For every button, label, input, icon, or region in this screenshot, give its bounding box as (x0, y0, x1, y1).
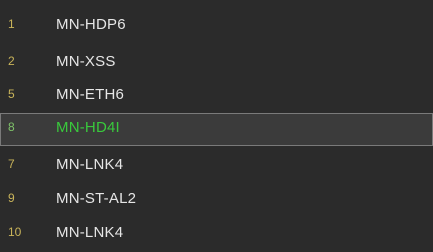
item-name: MN-XSS (56, 53, 116, 70)
list-item[interactable]: 10 MN-LNK4 (0, 218, 433, 250)
item-number: 8 (8, 120, 15, 134)
item-name: MN-ST-AL2 (56, 190, 137, 207)
item-number: 5 (8, 87, 15, 101)
item-name: MN-LNK4 (56, 156, 124, 173)
list-item[interactable]: 9 MN-ST-AL2 (0, 184, 433, 216)
item-name: MN-ETH6 (56, 86, 125, 103)
list-item[interactable]: 5 MN-ETH6 (0, 80, 433, 112)
item-number: 9 (8, 191, 15, 205)
item-number: 2 (8, 54, 15, 68)
device-list: 1 MN-HDP6 2 MN-XSS 5 MN-ETH6 8 MN-HD4I 7… (0, 0, 433, 252)
item-number: 1 (8, 17, 15, 31)
list-item-selected[interactable]: 8 MN-HD4I (0, 113, 433, 146)
item-name: MN-HDP6 (56, 16, 126, 33)
item-name: MN-HD4I (56, 119, 120, 136)
item-name: MN-LNK4 (56, 224, 124, 241)
list-item[interactable]: 1 MN-HDP6 (0, 10, 433, 42)
list-item[interactable]: 7 MN-LNK4 (0, 150, 433, 182)
item-number: 10 (8, 225, 22, 239)
list-item[interactable]: 2 MN-XSS (0, 47, 433, 79)
item-number: 7 (8, 157, 15, 171)
